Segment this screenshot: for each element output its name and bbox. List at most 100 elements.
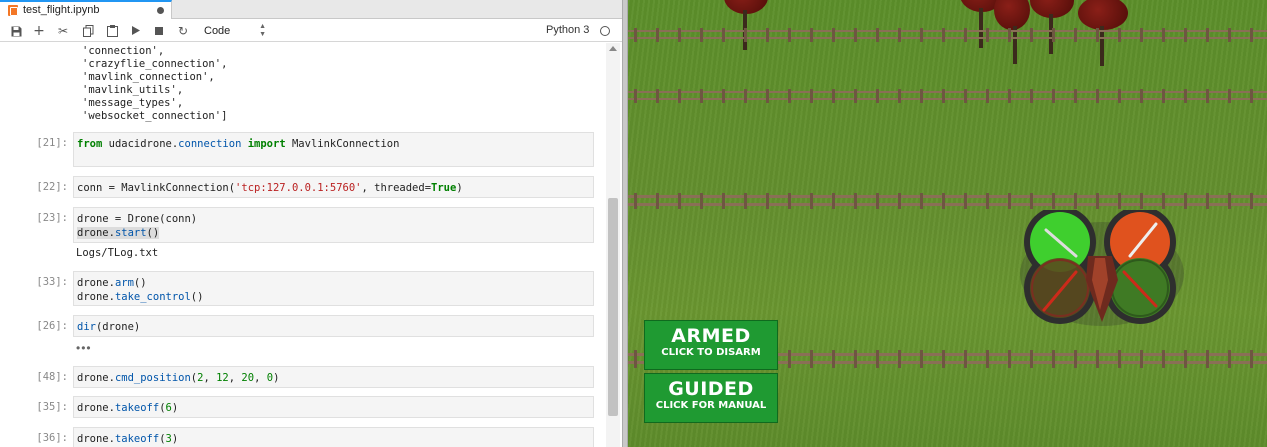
collapsed-output-toggle[interactable]: ••• — [76, 341, 92, 355]
fence-post — [810, 193, 813, 209]
fence-post — [1228, 28, 1231, 42]
fence-post — [1140, 28, 1143, 42]
fence-post — [898, 28, 901, 42]
code-cell[interactable]: from udacidrone.connection import Mavlin… — [73, 132, 594, 167]
code-line: drone.cmd_position(2, 12, 20, 0) — [77, 371, 279, 385]
fence-post — [1118, 28, 1121, 42]
fence-post — [1162, 350, 1165, 368]
copy-icon[interactable] — [80, 23, 96, 39]
keyword: import — [247, 138, 286, 150]
code-text: , — [254, 372, 267, 384]
fence-post — [876, 28, 879, 42]
keyword: from — [77, 138, 103, 150]
fence-post — [832, 350, 835, 368]
method-name: takeoff — [114, 433, 160, 445]
code-cell[interactable]: drone.takeoff(3) — [73, 427, 594, 447]
fence-post — [722, 193, 725, 209]
cell-type-select[interactable]: Code ▲ ▼ — [204, 23, 266, 39]
fence-post — [1162, 28, 1165, 42]
fence-post — [1184, 350, 1187, 368]
fence-post — [1140, 350, 1143, 368]
code-text: , — [203, 372, 217, 384]
fence — [628, 28, 1267, 42]
fence-post — [876, 89, 879, 103]
module-attr: connection — [178, 138, 242, 150]
code-block: drone = Drone(conn) drone.start() — [77, 212, 197, 240]
fence-post — [678, 28, 681, 42]
fence-post — [1228, 350, 1231, 368]
run-icon[interactable] — [128, 23, 144, 39]
fence-post — [964, 350, 967, 368]
fence-post — [1184, 193, 1187, 209]
add-cell-icon[interactable]: + — [31, 23, 47, 39]
fence-post — [1184, 89, 1187, 103]
code-cell[interactable]: dir(drone) — [73, 315, 594, 337]
save-icon[interactable] — [8, 23, 24, 39]
fence-post — [1096, 89, 1099, 103]
code-cell[interactable]: drone = Drone(conn) drone.start() — [73, 207, 594, 243]
fence-post — [1074, 89, 1077, 103]
kernel-name[interactable]: Python 3 — [546, 24, 589, 36]
notebook-panel: test_flight.ipynb + ✂ ↻ Code ▲ ▼ Python 3… — [0, 0, 622, 447]
method-name: cmd_position — [114, 372, 191, 384]
code-line: from udacidrone.connection import Mavlin… — [77, 137, 399, 151]
code-block: drone.arm() drone.take_control() — [77, 276, 203, 304]
fence-post — [964, 193, 967, 209]
cell-prompt: [21]: — [36, 137, 68, 149]
number-literal: 12 — [216, 372, 229, 384]
code-text: ) — [456, 182, 463, 194]
fence-post — [854, 350, 857, 368]
fence-post — [1250, 89, 1253, 103]
paste-icon[interactable] — [104, 23, 120, 39]
fence — [628, 89, 1267, 103]
fence-post — [1206, 350, 1209, 368]
fence-post — [656, 28, 659, 42]
code-text: drone. — [77, 402, 115, 414]
output-line: 'connection', — [82, 45, 165, 57]
tab-test-flight[interactable]: test_flight.ipynb — [0, 0, 172, 19]
unsaved-dot-icon[interactable] — [157, 7, 164, 14]
fence-post — [876, 350, 879, 368]
fence-post — [1096, 193, 1099, 209]
fence-post — [744, 89, 747, 103]
fence-post — [810, 28, 813, 42]
simulator-view[interactable]: ARMED CLICK TO DISARM GUIDED CLICK FOR M… — [628, 0, 1267, 447]
fence-post — [1030, 89, 1033, 103]
import-name: MavlinkConnection — [291, 138, 400, 150]
tab-bar: test_flight.ipynb — [0, 0, 622, 19]
output-line: 'websocket_connection'] — [82, 110, 228, 122]
fence-post — [920, 193, 923, 209]
notebook-icon — [8, 5, 18, 16]
code-cell[interactable]: drone.arm() drone.take_control() — [73, 271, 594, 306]
fence-post — [986, 350, 989, 368]
fence-post — [1008, 350, 1011, 368]
fence-post — [1250, 193, 1253, 209]
method-name: takeoff — [114, 402, 160, 414]
fence-post — [744, 28, 747, 42]
scrollbar-thumb[interactable] — [608, 198, 618, 416]
stop-icon[interactable] — [151, 23, 167, 39]
code-text: , — [228, 372, 242, 384]
notebook-toolbar: + ✂ ↻ Code ▲ ▼ Python 3 — [0, 20, 622, 42]
cell-prompt: [35]: — [36, 401, 68, 413]
notebook-scrollbar[interactable] — [606, 43, 620, 447]
code-text: () — [146, 227, 160, 239]
fence-post — [1118, 193, 1121, 209]
cut-icon[interactable]: ✂ — [55, 23, 71, 39]
fence-post — [744, 193, 747, 209]
code-cell[interactable]: drone.cmd_position(2, 12, 20, 0) — [73, 366, 594, 388]
cell-prompt: [36]: — [36, 432, 68, 444]
code-text: , threaded= — [361, 182, 432, 194]
code-text: drone = Drone(conn) — [77, 213, 198, 225]
guided-title: GUIDED — [668, 378, 754, 400]
fence-post — [634, 350, 637, 368]
code-cell[interactable]: drone.takeoff(6) — [73, 396, 594, 418]
fence-post — [1250, 28, 1253, 42]
fence-post — [1030, 28, 1033, 42]
armed-toggle-button[interactable]: ARMED CLICK TO DISARM — [644, 320, 778, 370]
restart-icon[interactable]: ↻ — [175, 23, 191, 39]
fence-post — [1184, 28, 1187, 42]
guided-toggle-button[interactable]: GUIDED CLICK FOR MANUAL — [644, 373, 778, 423]
code-cell[interactable]: conn = MavlinkConnection('tcp:127.0.0.1:… — [73, 176, 594, 198]
scroll-up-icon[interactable] — [609, 46, 617, 51]
